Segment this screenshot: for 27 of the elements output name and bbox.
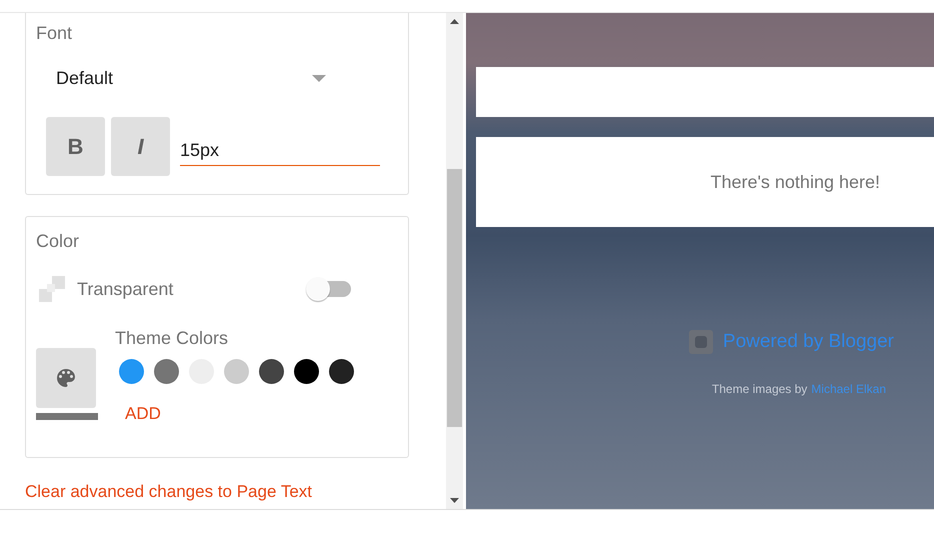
italic-button[interactable]: I xyxy=(111,117,170,176)
transparency-icon xyxy=(39,276,65,302)
color-swatch[interactable] xyxy=(224,359,249,384)
section-label: Color xyxy=(36,231,80,252)
color-swatch[interactable] xyxy=(259,359,284,384)
palette-button[interactable] xyxy=(36,348,96,408)
theme-colors-label: Theme Colors xyxy=(115,328,230,349)
transparent-label: Transparent xyxy=(77,278,174,300)
section-label: Font xyxy=(36,23,74,44)
current-color-bar xyxy=(36,413,98,420)
add-button[interactable]: ADD xyxy=(125,404,161,424)
font-dropdown[interactable]: Default xyxy=(56,68,326,89)
bold-button[interactable]: B xyxy=(46,117,105,176)
color-swatch[interactable] xyxy=(119,359,144,384)
color-swatch[interactable] xyxy=(329,359,354,384)
palette-icon xyxy=(54,366,78,390)
clear-changes-link[interactable]: Clear advanced changes to Page Text xyxy=(25,482,446,502)
empty-message: There's nothing here! xyxy=(710,172,880,192)
color-swatch[interactable] xyxy=(154,359,179,384)
credit-text: Theme images by xyxy=(712,382,808,396)
blog-logo-icon xyxy=(688,330,713,354)
scrollbar[interactable] xyxy=(446,13,463,509)
caret-icon xyxy=(312,75,326,82)
scroll-down-icon[interactable] xyxy=(450,498,459,503)
color-swatch[interactable] xyxy=(294,359,319,384)
transparent-toggle[interactable] xyxy=(305,276,353,302)
scroll-up-icon[interactable] xyxy=(450,19,459,24)
